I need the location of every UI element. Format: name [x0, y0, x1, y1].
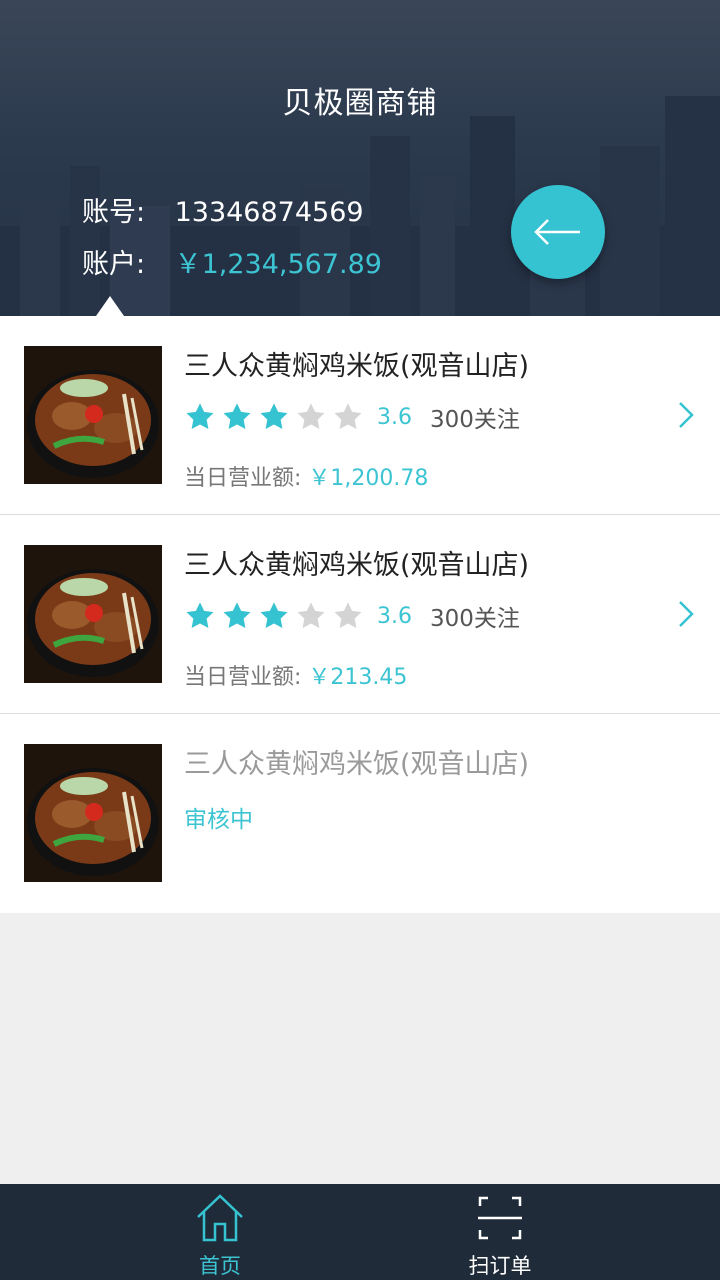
shop-thumbnail	[24, 744, 162, 882]
shop-header: 贝极圈商铺 账号: 13346874569 账户: ￥1,234,567.89	[0, 0, 720, 316]
shop-name: 三人众黄焖鸡米饭(观音山店)	[184, 351, 530, 382]
rating-row: 3.6 300关注	[184, 599, 520, 633]
shop-thumbnail	[24, 545, 162, 683]
tab-scan-order[interactable]: 扫订单	[430, 1184, 570, 1280]
account-balance: ￥1,234,567.89	[174, 249, 382, 280]
shop-thumbnail	[24, 346, 162, 484]
shop-name: 三人众黄焖鸡米饭(观音山店)	[184, 749, 530, 780]
account-number-row: 账号: 13346874569	[82, 190, 364, 229]
tab-scan-label: 扫订单	[468, 1254, 532, 1278]
rating-value: 3.6	[377, 603, 412, 629]
tab-home-label: 首页	[199, 1254, 241, 1278]
page-title: 贝极圈商铺	[282, 86, 438, 121]
chevron-right-icon	[679, 601, 694, 627]
account-balance-row: 账户: ￥1,234,567.89	[82, 242, 382, 281]
account-number: 13346874569	[174, 197, 364, 228]
star-empty-icon	[297, 602, 325, 628]
star-empty-icon	[297, 403, 325, 429]
selection-pointer	[96, 296, 124, 316]
revenue-value: ￥213.45	[308, 665, 408, 690]
star-filled-icon	[223, 602, 251, 628]
follower-count: 300关注	[430, 606, 520, 632]
bottom-tab-bar: 首页 扫订单	[0, 1184, 720, 1280]
back-button[interactable]	[511, 185, 605, 279]
tab-home[interactable]: 首页	[150, 1184, 290, 1280]
star-filled-icon	[260, 403, 288, 429]
star-filled-icon	[186, 602, 214, 628]
rating-row: 3.6 300关注	[184, 400, 520, 434]
home-icon	[197, 1194, 243, 1242]
review-status: 审核中	[184, 807, 253, 833]
star-empty-icon	[334, 403, 362, 429]
arrow-left-icon	[534, 219, 580, 245]
revenue-label: 当日营业额:	[184, 665, 302, 690]
star-filled-icon	[223, 403, 251, 429]
rating-value: 3.6	[377, 404, 412, 430]
star-filled-icon	[260, 602, 288, 628]
account-label: 账号:	[82, 197, 146, 228]
chevron-right-icon	[679, 402, 694, 428]
balance-label: 账户:	[82, 249, 146, 280]
shop-list: 三人众黄焖鸡米饭(观音山店) 3.6 300关注 当日营业额: ￥1,200.7…	[0, 316, 720, 913]
follower-count: 300关注	[430, 407, 520, 433]
shop-name: 三人众黄焖鸡米饭(观音山店)	[184, 550, 530, 581]
shop-list-item[interactable]: 三人众黄焖鸡米饭(观音山店) 3.6 300关注 当日营业额: ￥1,200.7…	[0, 316, 720, 515]
revenue-label: 当日营业额:	[184, 466, 302, 491]
scan-icon	[478, 1196, 522, 1240]
star-filled-icon	[186, 403, 214, 429]
shop-list-item[interactable]: 三人众黄焖鸡米饭(观音山店) 3.6 300关注 当日营业额: ￥213.45	[0, 515, 720, 714]
revenue-value: ￥1,200.78	[308, 466, 429, 491]
star-empty-icon	[334, 602, 362, 628]
daily-revenue-row: 当日营业额: ￥213.45	[184, 659, 407, 691]
shop-list-item-pending[interactable]: 三人众黄焖鸡米饭(观音山店) 审核中	[0, 714, 720, 913]
daily-revenue-row: 当日营业额: ￥1,200.78	[184, 460, 428, 492]
